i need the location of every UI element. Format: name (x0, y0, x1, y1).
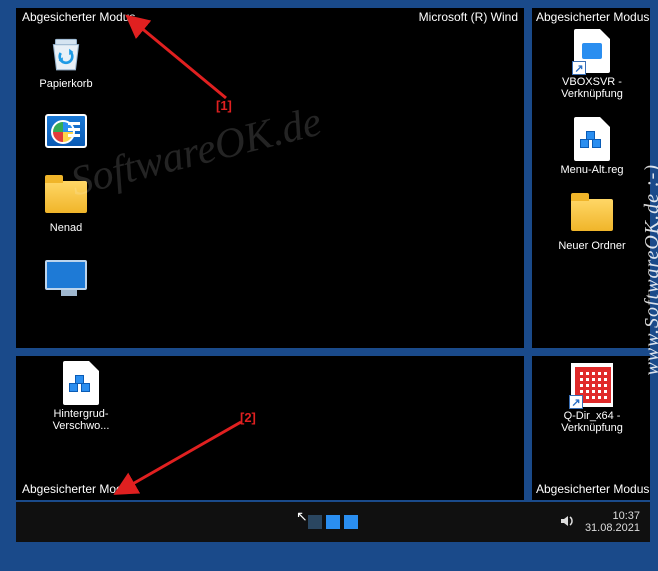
neuer-ordner-label: Neuer Ordner (558, 240, 625, 252)
folder-nenad[interactable]: Nenad (26, 176, 106, 234)
recycle-bin[interactable]: Papierkorb (26, 32, 106, 90)
taskbar-clock[interactable]: 10:37 31.08.2021 (585, 510, 640, 534)
taskbar-center-tiles[interactable] (308, 515, 358, 529)
taskbar-date: 31.08.2021 (585, 522, 640, 534)
folder-nenad-label: Nenad (50, 222, 82, 234)
control-panel[interactable] (26, 110, 106, 156)
taskbar[interactable]: 10:37 31.08.2021 (16, 502, 650, 542)
recycle-bin-label: Papierkorb (39, 78, 92, 90)
shortcut-file-icon: ↗ (571, 30, 613, 72)
system-tray[interactable]: 10:37 31.08.2021 (549, 510, 650, 534)
safe-mode-label-bottom-left: Abgesicherter Modus (22, 482, 135, 496)
desktop-panel-bottom-left: Hintergrud-Verschwo... Abgesicherter Mod… (16, 356, 524, 500)
qdir-shortcut[interactable]: ↗ Q-Dir_x64 - Verknüpfung (552, 364, 632, 434)
build-label: Microsoft (R) Wind (419, 10, 518, 24)
menu-alt-reg-label: Menu-Alt.reg (561, 164, 624, 176)
side-watermark: www.SoftwareOK.de :-) (641, 60, 658, 480)
hintergrund-reg[interactable]: Hintergrud-Verschwo... (26, 362, 136, 432)
control-panel-icon (45, 110, 87, 152)
speaker-icon[interactable] (559, 513, 575, 532)
qdir-icon: ↗ (571, 364, 613, 406)
reg-file-icon (571, 118, 613, 160)
safe-mode-label-top-left: Abgesicherter Modus (22, 10, 135, 24)
safe-mode-label-bottom-right: Abgesicherter Modus (536, 482, 649, 496)
vboxsvr-label: VBOXSVR - Verknüpfung (553, 76, 631, 100)
vboxsvr-shortcut[interactable]: ↗ VBOXSVR - Verknüpfung (552, 30, 632, 100)
annotation-marker-2: [2] (240, 410, 256, 425)
annotation-arrow-2 (121, 416, 251, 499)
recycle-bin-icon (45, 32, 87, 74)
folder-icon (571, 194, 613, 236)
menu-alt-reg[interactable]: Menu-Alt.reg (552, 118, 632, 176)
taskbar-time: 10:37 (612, 510, 640, 522)
monitor-icon (45, 254, 87, 296)
qdir-label: Q-Dir_x64 - Verknüpfung (553, 410, 631, 434)
this-pc[interactable] (26, 254, 106, 300)
desktop-panel-bottom-right: ↗ Q-Dir_x64 - Verknüpfung Abgesicherter … (532, 356, 650, 500)
annotation-marker-1: [1] (216, 98, 232, 113)
folder-icon (45, 176, 87, 218)
neuer-ordner[interactable]: Neuer Ordner (552, 194, 632, 252)
hintergrund-reg-label: Hintergrud-Verschwo... (26, 408, 136, 432)
reg-file-icon (60, 362, 102, 404)
desktop-panel-top-left: Abgesicherter Modus Microsoft (R) Wind P… (16, 8, 524, 348)
safe-mode-label-top-right: Abgesicherter Modus (536, 10, 649, 24)
desktop-panel-top-right: Abgesicherter Modus ↗ VBOXSVR - Verknüpf… (532, 8, 650, 348)
